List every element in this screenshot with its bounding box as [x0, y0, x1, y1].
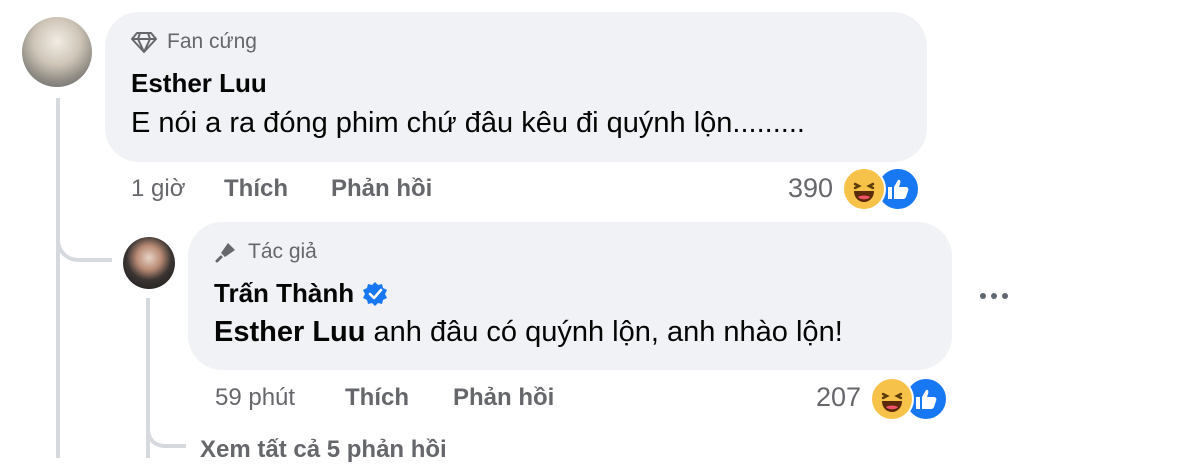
dot: [1002, 293, 1008, 299]
thread-line-vertical: [56, 98, 60, 458]
avatar[interactable]: [22, 17, 92, 87]
haha-emoji[interactable]: [870, 377, 914, 421]
thread-line-branch: [56, 210, 112, 262]
reply-text-body: anh đâu có quýnh lộn, anh nhào lộn!: [365, 316, 843, 348]
badge-label: Fan cứng: [167, 30, 257, 53]
reply-button[interactable]: Phản hồi: [453, 384, 554, 412]
dot: [991, 293, 997, 299]
reaction-count[interactable]: 207: [816, 382, 861, 413]
reply-author[interactable]: Trấn Thành: [214, 278, 388, 309]
reply-button[interactable]: Phản hồi: [331, 175, 432, 203]
haha-emoji[interactable]: [842, 167, 886, 211]
comment-author[interactable]: Esther Luu: [131, 68, 267, 99]
dot: [980, 293, 986, 299]
reply-bubble: Tác giả Trấn Thành Esther Luu anh đâu có…: [188, 222, 952, 370]
reply-time[interactable]: 59 phút: [215, 384, 295, 412]
more-options-button[interactable]: [980, 293, 1008, 299]
like-button[interactable]: Thích: [224, 175, 288, 203]
comment-text: E nói a ra đóng phim chứ đâu kêu đi quýn…: [131, 107, 805, 139]
comment-time[interactable]: 1 giờ: [131, 175, 185, 203]
mention-link[interactable]: Esther Luu: [214, 316, 365, 348]
author-name[interactable]: Esther Luu: [131, 68, 267, 99]
comment-bubble: Fan cứng Esther Luu E nói a ra đóng phim…: [105, 12, 927, 162]
author-name[interactable]: Trấn Thành: [214, 278, 354, 309]
fan-badge: Fan cứng: [131, 30, 257, 54]
badge-label: Tác giả: [248, 240, 317, 263]
author-badge: Tác giả: [214, 240, 317, 264]
view-replies-link[interactable]: Xem tất cả 5 phản hồi: [200, 436, 447, 464]
reaction-count[interactable]: 390: [788, 173, 833, 204]
like-button[interactable]: Thích: [345, 384, 409, 412]
reply-text: Esther Luu anh đâu có quýnh lộn, anh nhà…: [214, 316, 843, 349]
avatar[interactable]: [123, 237, 175, 289]
reply-thread-branch: [146, 418, 186, 448]
verified-icon: [362, 281, 388, 307]
microphone-icon: [214, 240, 238, 264]
diamond-icon: [131, 31, 157, 53]
